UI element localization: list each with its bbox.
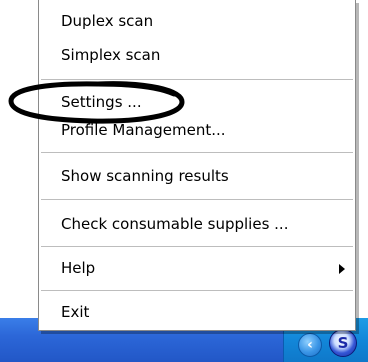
menu-item-label: Profile Management...: [61, 121, 226, 139]
menu-item-label: Simplex scan: [61, 46, 161, 64]
scanner-tray-icon-glyph: S: [337, 334, 349, 352]
menu-item-label: Check consumable supplies ...: [61, 215, 289, 233]
menu-item-label: Help: [61, 259, 96, 277]
menu-item-settings[interactable]: Settings ...: [39, 89, 355, 115]
menu-item-duplex-scan[interactable]: Duplex scan: [39, 8, 355, 34]
menu-separator: [41, 199, 353, 200]
menu-item-simplex-scan[interactable]: Simplex scan: [39, 42, 355, 68]
menu-separator: [41, 290, 353, 291]
scanner-tray-icon[interactable]: S: [329, 329, 357, 357]
menu-item-show-scanning-results[interactable]: Show scanning results: [39, 163, 355, 189]
menu-separator: [41, 79, 353, 80]
menu-item-label: Duplex scan: [61, 12, 154, 30]
menu-item-check-consumable-supplies[interactable]: Check consumable supplies ...: [39, 211, 355, 237]
menu-item-label: Settings ...: [61, 93, 142, 111]
menu-item-exit[interactable]: Exit: [39, 299, 355, 325]
menu-item-profile-management[interactable]: Profile Management...: [39, 117, 355, 143]
submenu-arrow-icon: [339, 264, 345, 274]
chevron-left-icon[interactable]: ‹: [298, 333, 322, 357]
menu-separator: [41, 246, 353, 247]
context-menu: Duplex scan Simplex scan Settings ... Pr…: [38, 0, 356, 331]
menu-item-label: Exit: [61, 303, 90, 321]
menu-item-help[interactable]: Help: [39, 255, 355, 281]
menu-item-label: Show scanning results: [61, 167, 229, 185]
menu-separator: [41, 152, 353, 153]
